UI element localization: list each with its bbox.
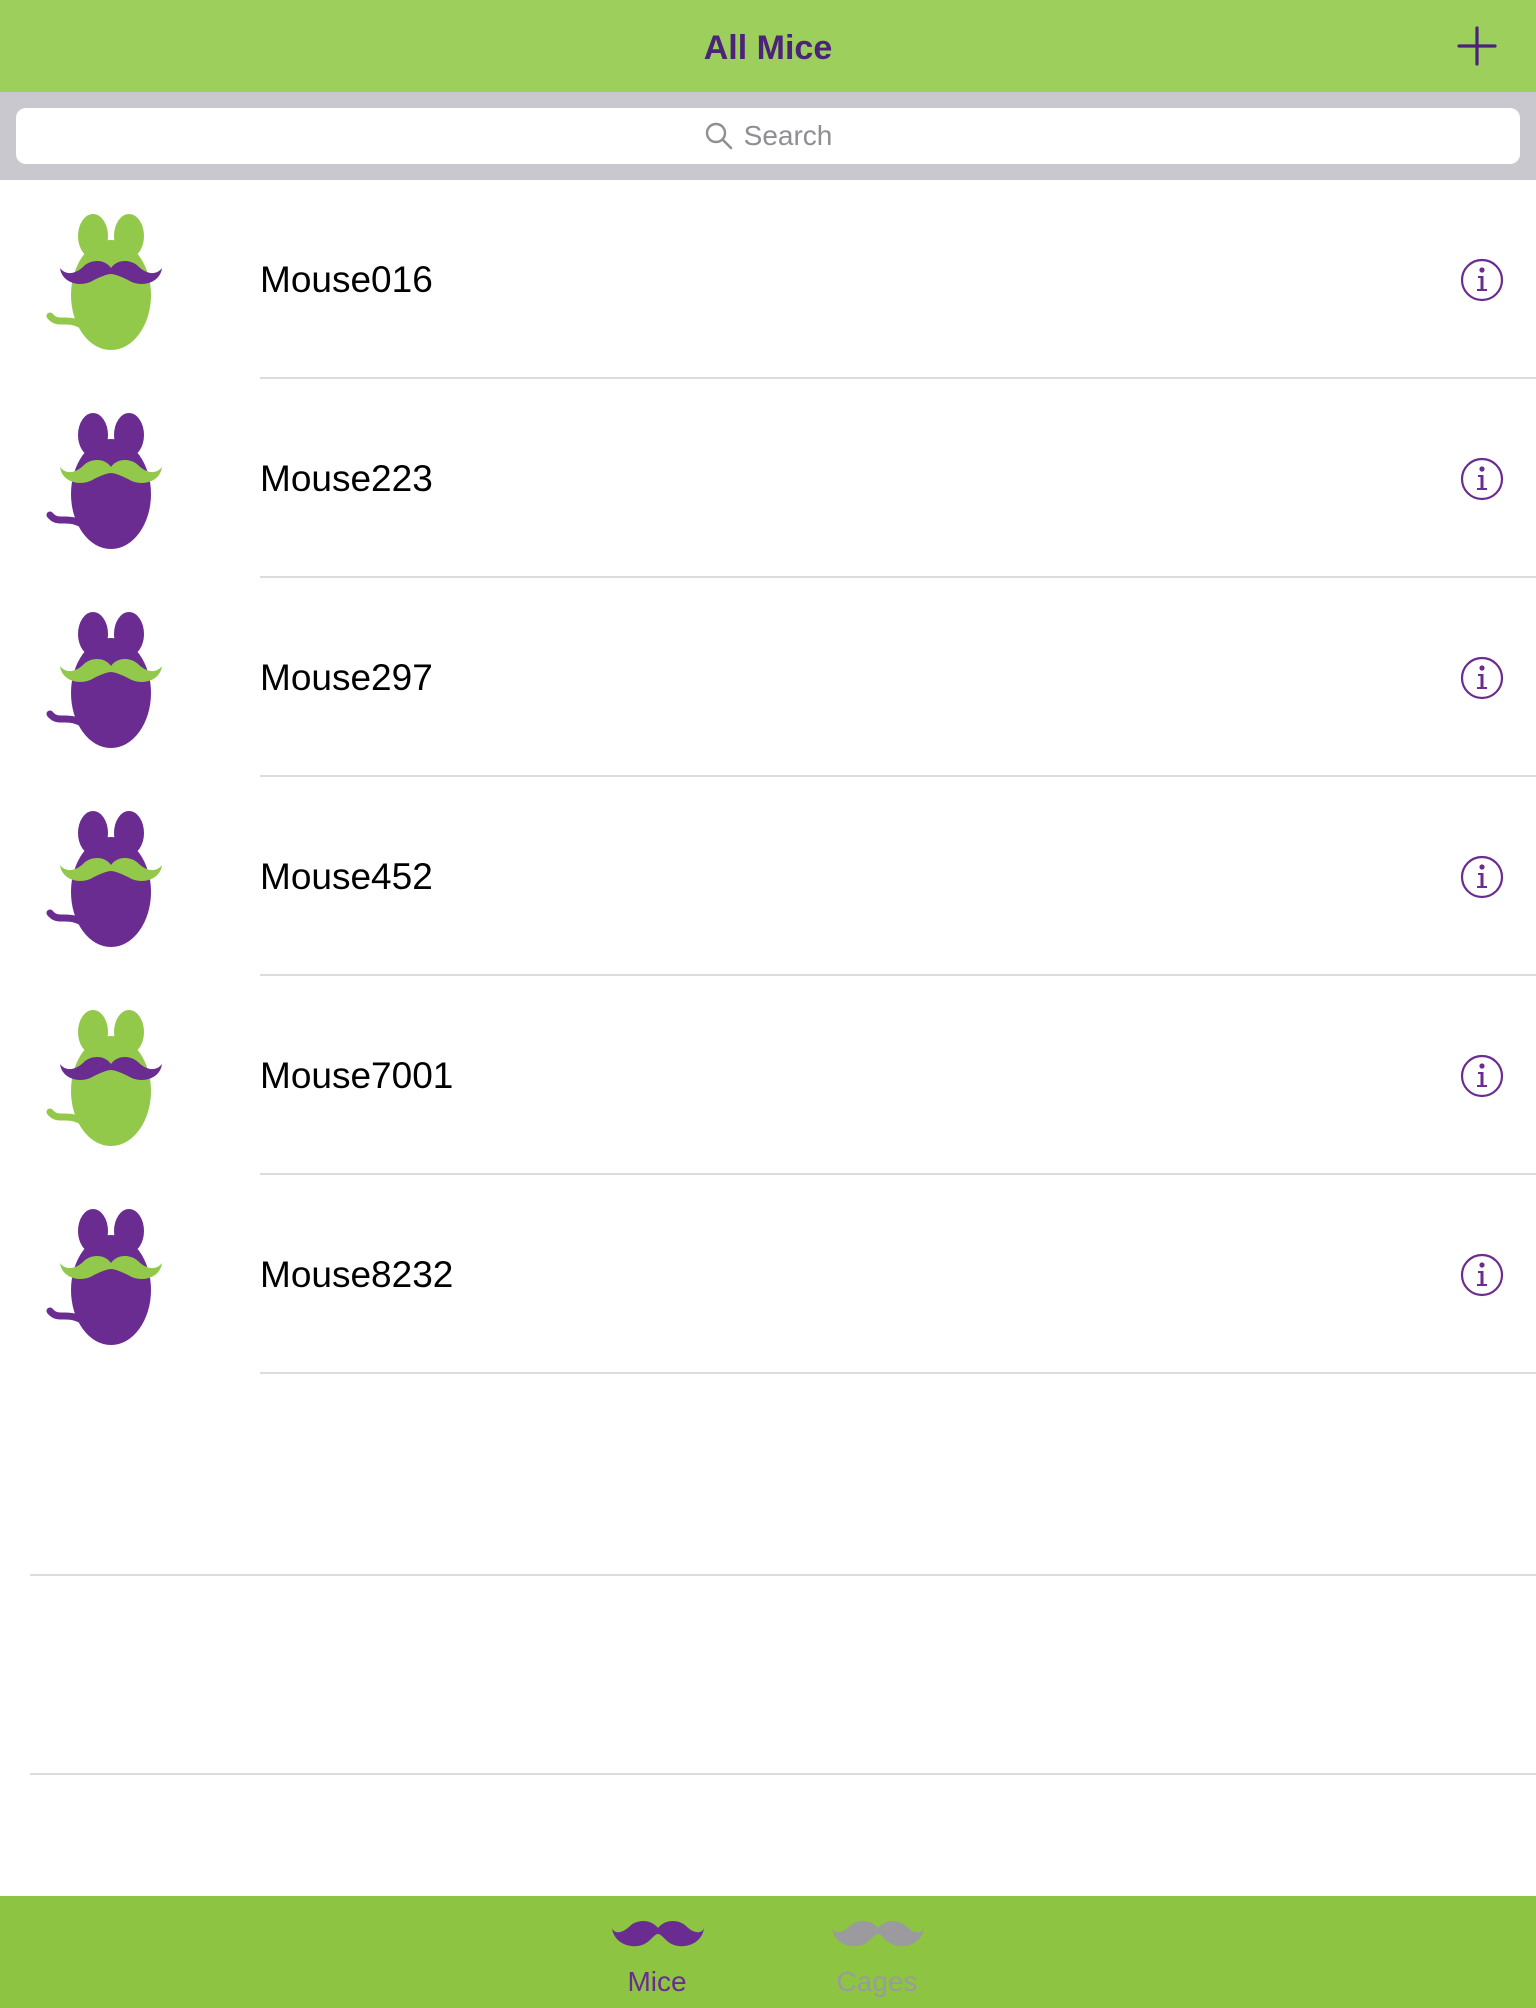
add-mouse-button[interactable] xyxy=(1457,24,1497,68)
purple-mouse-green-mustache-icon xyxy=(46,407,192,549)
magnifying-glass-icon xyxy=(705,122,732,150)
tab-label: Cages xyxy=(836,1966,918,1997)
tab-label: Mice xyxy=(627,1966,687,1997)
tab-bar: Mice Cages xyxy=(0,1896,1536,2008)
page-title: All Mice xyxy=(703,29,833,67)
info-icon[interactable] xyxy=(1460,1054,1504,1098)
list-item[interactable]: Mouse7001 xyxy=(0,976,1536,1175)
empty-row-divider xyxy=(30,1574,1536,1576)
green-mouse-purple-mustache-icon xyxy=(46,1004,192,1146)
info-icon[interactable] xyxy=(1460,258,1504,302)
tab-mice[interactable]: Mice xyxy=(572,1896,742,2008)
info-icon[interactable] xyxy=(1460,1253,1504,1297)
search-placeholder: Search xyxy=(743,120,833,151)
mustache-icon xyxy=(612,1918,704,1954)
mouse-name: Mouse8232 xyxy=(260,1254,454,1295)
tab-cages[interactable]: Cages xyxy=(792,1896,962,2008)
list-item[interactable]: Mouse223 xyxy=(0,379,1536,578)
plus-icon xyxy=(1457,26,1497,66)
navigation-bar: All Mice xyxy=(0,0,1536,92)
info-icon[interactable] xyxy=(1460,656,1504,700)
green-mouse-purple-mustache-icon xyxy=(46,208,192,350)
mouse-name: Mouse016 xyxy=(260,259,433,300)
list-item[interactable]: Mouse297 xyxy=(0,578,1536,777)
info-icon[interactable] xyxy=(1460,457,1504,501)
info-icon[interactable] xyxy=(1460,855,1504,899)
list-item[interactable]: Mouse016 xyxy=(0,180,1536,379)
list-item[interactable]: Mouse8232 xyxy=(0,1175,1536,1374)
purple-mouse-green-mustache-icon xyxy=(46,1203,192,1345)
list-item[interactable]: Mouse452 xyxy=(0,777,1536,976)
mouse-name: Mouse297 xyxy=(260,657,433,698)
search-bar: Search xyxy=(0,92,1536,180)
purple-mouse-green-mustache-icon xyxy=(46,606,192,748)
empty-row-divider xyxy=(30,1773,1536,1775)
mustache-icon xyxy=(832,1918,924,1954)
purple-mouse-green-mustache-icon xyxy=(46,805,192,947)
mouse-name: Mouse452 xyxy=(260,856,433,897)
row-divider xyxy=(260,1372,1536,1374)
search-input[interactable]: Search xyxy=(16,108,1520,164)
mouse-name: Mouse7001 xyxy=(260,1055,454,1096)
mouse-name: Mouse223 xyxy=(260,458,433,499)
